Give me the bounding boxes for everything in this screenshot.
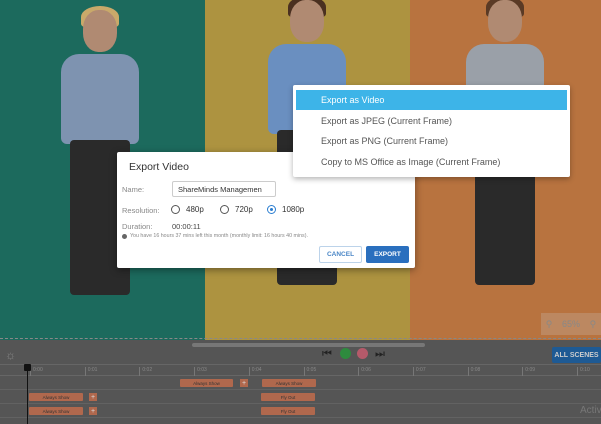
dialog-title: Export Video: [129, 161, 189, 173]
export-menu: Export as Video Export as JPEG (Current …: [293, 85, 570, 177]
menu-item-export-video[interactable]: Export as Video: [296, 90, 567, 110]
name-label: Name:: [122, 185, 145, 194]
add-animation-button[interactable]: +: [89, 407, 97, 415]
playhead-handle[interactable]: [24, 364, 31, 371]
timeline-track[interactable]: Always Show + Fly Out: [0, 404, 601, 418]
usage-text: You have 16 hours 37 mins left this mont…: [130, 233, 308, 239]
animation-block[interactable]: Always Show: [29, 407, 83, 415]
duration-label: Duration:: [122, 222, 153, 231]
add-animation-button[interactable]: +: [89, 393, 97, 401]
playhead[interactable]: [27, 364, 28, 424]
animation-block[interactable]: Always Show: [180, 379, 233, 387]
timeline-tick: 0:08: [467, 367, 480, 376]
zoom-control[interactable]: ⚲ 65% ⚲: [541, 313, 601, 335]
radio-720p[interactable]: 720p: [220, 205, 253, 214]
menu-item-export-png[interactable]: Export as PNG (Current Frame): [296, 131, 567, 151]
brightness-icon[interactable]: ☼: [5, 348, 16, 362]
animation-block[interactable]: Fly Out: [261, 407, 315, 415]
timeline-tick: 0:10: [577, 367, 590, 376]
play-icon[interactable]: [340, 348, 351, 359]
radio-label: 480p: [186, 205, 204, 214]
menu-item-copy-ms-office[interactable]: Copy to MS Office as Image (Current Fram…: [296, 152, 567, 172]
timeline-tick: 0:09: [522, 367, 535, 376]
resolution-label: Resolution:: [122, 206, 160, 215]
radio-label: 720p: [235, 205, 253, 214]
animation-block[interactable]: Always Show: [29, 393, 83, 401]
timeline-tick: 0:05: [303, 367, 316, 376]
activation-watermark: Activ: [580, 405, 601, 416]
radio-1080p[interactable]: 1080p: [267, 205, 304, 214]
duration-value: 00:00:11: [172, 222, 201, 231]
timeline-tick: 0:03: [194, 367, 207, 376]
timeline-ruler[interactable]: 0:00 0:01 0:02 0:03 0:04 0:05 0:06 0:07 0:08 0:09…: [0, 364, 601, 376]
zoom-in-icon[interactable]: ⚲: [590, 319, 597, 330]
add-animation-button[interactable]: +: [240, 379, 248, 387]
timeline-tick: 0:04: [248, 367, 262, 376]
radio-480p[interactable]: 480p: [171, 205, 204, 214]
usage-info: You have 16 hours 37 mins left this mont…: [122, 233, 308, 239]
info-icon: [122, 233, 127, 239]
menu-item-export-jpeg[interactable]: Export as JPEG (Current Frame): [296, 111, 567, 131]
radio-label: 1080p: [282, 205, 305, 214]
timeline-track[interactable]: Always Show + Always Show: [0, 376, 601, 390]
zoom-level: 65%: [561, 319, 580, 329]
name-input[interactable]: ShareMinds Managemen: [172, 181, 276, 197]
horizontal-scrollbar[interactable]: [192, 343, 425, 347]
skip-forward-icon[interactable]: ⏭: [375, 348, 385, 361]
timeline-tick: 0:00: [30, 367, 43, 376]
animation-block[interactable]: Always Show: [262, 379, 316, 387]
zoom-out-icon[interactable]: ⚲: [546, 319, 553, 330]
stage-boundary: [0, 338, 601, 339]
skip-back-icon[interactable]: ⏮: [322, 348, 332, 361]
timeline-tick: 0:07: [412, 367, 426, 376]
timeline-track[interactable]: Always Show + Fly Out: [0, 390, 601, 404]
export-button[interactable]: EXPORT: [366, 246, 409, 263]
cancel-button[interactable]: CANCEL: [319, 246, 362, 263]
animation-block[interactable]: Fly Out: [261, 393, 315, 401]
timeline-tick: 0:01: [84, 367, 97, 376]
timeline-tick: 0:06: [358, 367, 371, 376]
timeline-tick: 0:02: [139, 367, 152, 376]
stop-icon[interactable]: [357, 348, 368, 359]
all-scenes-button[interactable]: ALL SCENES: [552, 347, 601, 363]
